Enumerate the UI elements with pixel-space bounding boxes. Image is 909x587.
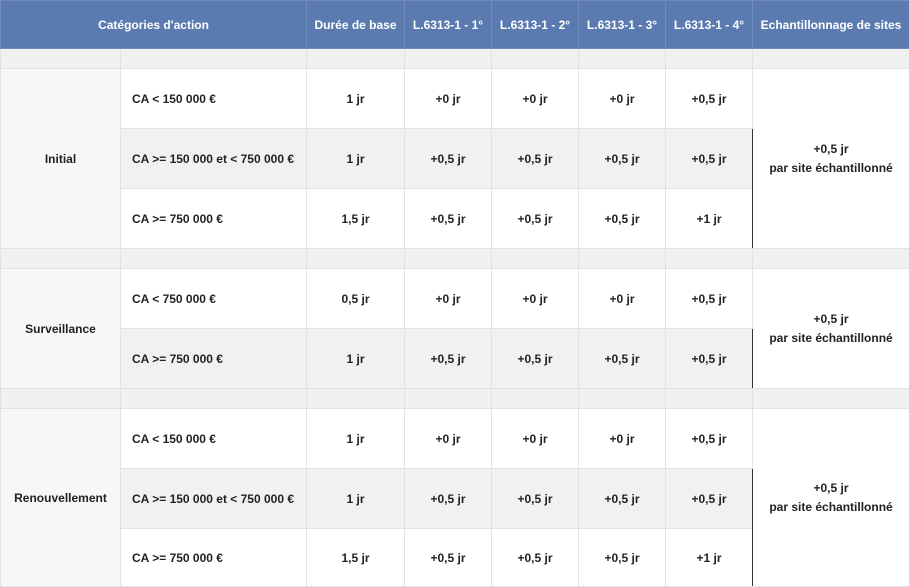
spacer-cell xyxy=(753,389,909,409)
spacer-row xyxy=(1,389,909,409)
l6313-2-value: +0,5 jr xyxy=(492,329,579,389)
l6313-3-value: +0 jr xyxy=(579,269,666,329)
spacer-cell xyxy=(666,249,753,269)
spacer-cell xyxy=(307,49,405,69)
spacer-cell xyxy=(1,249,121,269)
table-row: Renouvellement CA < 150 000 € 1 jr +0 jr… xyxy=(1,409,909,469)
l6313-1-value: +0 jr xyxy=(405,409,492,469)
audit-duration-table: Catégories d'action Durée de base L.6313… xyxy=(0,0,909,587)
l6313-4-value: +0,5 jr xyxy=(666,269,753,329)
spacer-cell xyxy=(405,249,492,269)
revenue-range: CA >= 750 000 € xyxy=(121,329,307,389)
l6313-1-value: +0 jr xyxy=(405,269,492,329)
spacer-cell xyxy=(753,249,909,269)
l6313-3-value: +0 jr xyxy=(579,409,666,469)
spacer-cell xyxy=(405,389,492,409)
l6313-2-value: +0,5 jr xyxy=(492,189,579,249)
site-sampling-cell: +0,5 jr par site échantillonné xyxy=(753,409,909,587)
spacer-cell xyxy=(579,249,666,269)
l6313-3-value: +0,5 jr xyxy=(579,469,666,529)
site-sampling-value: +0,5 jr xyxy=(753,310,909,329)
spacer-cell xyxy=(579,389,666,409)
header-l6313-4: L.6313-1 - 4° xyxy=(666,1,753,49)
l6313-1-value: +0,5 jr xyxy=(405,189,492,249)
category-renewal: Renouvellement xyxy=(1,409,121,587)
spacer-cell xyxy=(1,49,121,69)
l6313-1-value: +0 jr xyxy=(405,69,492,129)
spacer-cell xyxy=(307,389,405,409)
site-sampling-cell: +0,5 jr par site échantillonné xyxy=(753,69,909,249)
revenue-range: CA >= 750 000 € xyxy=(121,189,307,249)
revenue-range: CA < 150 000 € xyxy=(121,409,307,469)
spacer-row xyxy=(1,249,909,269)
header-site-sampling: Echantillonnage de sites xyxy=(753,1,909,49)
site-sampling-cell: +0,5 jr par site échantillonné xyxy=(753,269,909,389)
l6313-4-value: +1 jr xyxy=(666,529,753,587)
site-sampling-note: par site échantillonné xyxy=(753,159,909,178)
spacer-cell xyxy=(121,49,307,69)
header-row: Catégories d'action Durée de base L.6313… xyxy=(1,1,909,49)
base-duration: 1 jr xyxy=(307,409,405,469)
spacer-cell xyxy=(121,249,307,269)
spacer-cell xyxy=(666,389,753,409)
l6313-3-value: +0,5 jr xyxy=(579,329,666,389)
revenue-range: CA >= 150 000 et < 750 000 € xyxy=(121,129,307,189)
spacer-cell xyxy=(492,49,579,69)
l6313-2-value: +0 jr xyxy=(492,409,579,469)
spacer-cell xyxy=(121,389,307,409)
site-sampling-value: +0,5 jr xyxy=(753,479,909,498)
l6313-1-value: +0,5 jr xyxy=(405,129,492,189)
category-surveillance: Surveillance xyxy=(1,269,121,389)
table-row: Surveillance CA < 750 000 € 0,5 jr +0 jr… xyxy=(1,269,909,329)
l6313-1-value: +0,5 jr xyxy=(405,469,492,529)
l6313-4-value: +1 jr xyxy=(666,189,753,249)
l6313-2-value: +0 jr xyxy=(492,69,579,129)
spacer-cell xyxy=(666,49,753,69)
l6313-3-value: +0,5 jr xyxy=(579,189,666,249)
header-l6313-1: L.6313-1 - 1° xyxy=(405,1,492,49)
revenue-range: CA < 750 000 € xyxy=(121,269,307,329)
header-base-duration: Durée de base xyxy=(307,1,405,49)
l6313-4-value: +0,5 jr xyxy=(666,409,753,469)
l6313-2-value: +0,5 jr xyxy=(492,529,579,587)
spacer-row xyxy=(1,49,909,69)
header-l6313-2: L.6313-1 - 2° xyxy=(492,1,579,49)
base-duration: 1,5 jr xyxy=(307,529,405,587)
revenue-range: CA >= 150 000 et < 750 000 € xyxy=(121,469,307,529)
l6313-3-value: +0,5 jr xyxy=(579,129,666,189)
l6313-1-value: +0,5 jr xyxy=(405,329,492,389)
spacer-cell xyxy=(307,249,405,269)
spacer-cell xyxy=(405,49,492,69)
l6313-2-value: +0 jr xyxy=(492,269,579,329)
l6313-3-value: +0,5 jr xyxy=(579,529,666,587)
base-duration: 1 jr xyxy=(307,329,405,389)
base-duration: 1,5 jr xyxy=(307,189,405,249)
site-sampling-note: par site échantillonné xyxy=(753,498,909,517)
spacer-cell xyxy=(579,49,666,69)
spacer-cell xyxy=(1,389,121,409)
l6313-4-value: +0,5 jr xyxy=(666,129,753,189)
base-duration: 0,5 jr xyxy=(307,269,405,329)
revenue-range: CA >= 750 000 € xyxy=(121,529,307,587)
l6313-1-value: +0,5 jr xyxy=(405,529,492,587)
base-duration: 1 jr xyxy=(307,129,405,189)
base-duration: 1 jr xyxy=(307,469,405,529)
l6313-2-value: +0,5 jr xyxy=(492,129,579,189)
l6313-3-value: +0 jr xyxy=(579,69,666,129)
header-categories: Catégories d'action xyxy=(1,1,307,49)
spacer-cell xyxy=(753,49,909,69)
spacer-cell xyxy=(492,249,579,269)
category-initial: Initial xyxy=(1,69,121,249)
l6313-4-value: +0,5 jr xyxy=(666,69,753,129)
site-sampling-value: +0,5 jr xyxy=(753,140,909,159)
site-sampling-note: par site échantillonné xyxy=(753,329,909,348)
base-duration: 1 jr xyxy=(307,69,405,129)
l6313-4-value: +0,5 jr xyxy=(666,469,753,529)
header-l6313-3: L.6313-1 - 3° xyxy=(579,1,666,49)
revenue-range: CA < 150 000 € xyxy=(121,69,307,129)
l6313-2-value: +0,5 jr xyxy=(492,469,579,529)
l6313-4-value: +0,5 jr xyxy=(666,329,753,389)
spacer-cell xyxy=(492,389,579,409)
table-row: Initial CA < 150 000 € 1 jr +0 jr +0 jr … xyxy=(1,69,909,129)
